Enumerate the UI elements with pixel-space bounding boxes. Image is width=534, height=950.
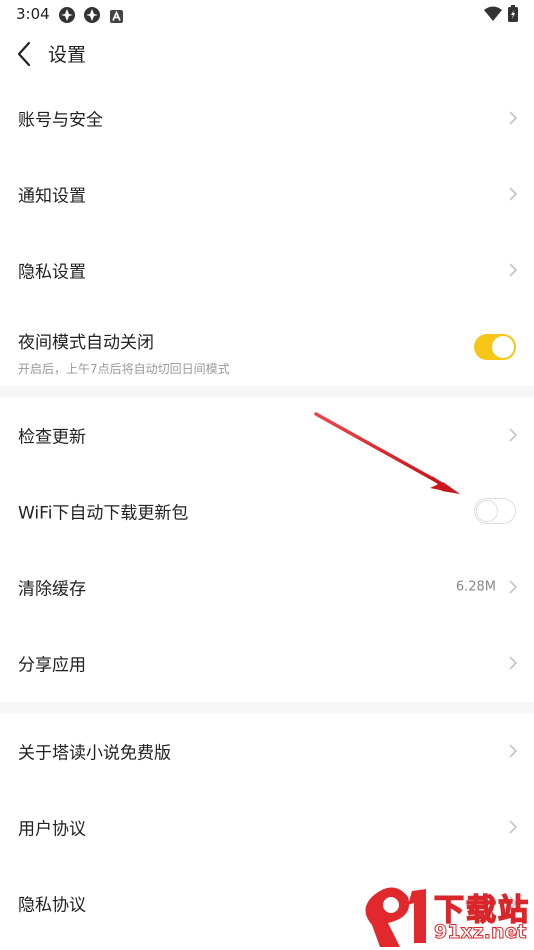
- watermark-91-logo-icon: [365, 887, 426, 947]
- settings-item-wifi-auto-download: WiFi下自动下载更新包: [0, 473, 534, 549]
- chevron-right-icon: [509, 820, 518, 834]
- status-time: 3:04: [16, 5, 50, 23]
- back-button[interactable]: [10, 38, 40, 70]
- settings-item-label: 夜间模式自动关闭: [18, 333, 154, 353]
- settings-item-privacy[interactable]: 隐私设置: [0, 232, 534, 308]
- night-mode-toggle[interactable]: [474, 334, 516, 360]
- settings-item-label: 账号与安全: [18, 110, 103, 131]
- settings-item-label: WiFi下自动下载更新包: [18, 503, 189, 524]
- settings-item-share-app[interactable]: 分享应用: [0, 625, 534, 701]
- battery-icon: [508, 5, 518, 26]
- toggle-knob: [476, 499, 498, 522]
- status-bar: 3:04: [0, 0, 534, 28]
- settings-item-night-mode: 夜间模式自动关闭 开启后，上午7点后将自动切回日间模式: [0, 308, 534, 386]
- settings-item-label: 隐私协议: [18, 895, 86, 916]
- settings-item-label: 通知设置: [18, 186, 86, 207]
- page-title: 设置: [48, 44, 87, 66]
- toggle-knob: [492, 336, 514, 358]
- nav-bar: 设置: [0, 28, 534, 80]
- watermark-logo: 下载站 91xz.net: [364, 883, 534, 950]
- settings-item-label: 隐私设置: [18, 262, 86, 283]
- settings-item-clear-cache[interactable]: 清除缓存 6.28M: [0, 549, 534, 625]
- section-divider: [0, 386, 534, 397]
- settings-item-account-security[interactable]: 账号与安全: [0, 80, 534, 156]
- wifi-auto-download-toggle[interactable]: [474, 498, 516, 524]
- settings-item-user-agreement[interactable]: 用户协议: [0, 789, 534, 865]
- cache-size: 6.28M: [455, 579, 496, 595]
- watermark-url: 91xz.net: [433, 921, 527, 944]
- settings-item-label: 用户协议: [18, 819, 86, 840]
- chevron-right-icon: [509, 656, 518, 670]
- chevron-right-icon: [509, 428, 518, 442]
- app-icon-2: [83, 6, 101, 28]
- app-icon-1: [58, 6, 76, 28]
- settings-item-about[interactable]: 关于塔读小说免费版: [0, 713, 534, 789]
- settings-item-label: 分享应用: [18, 655, 86, 676]
- chevron-right-icon: [509, 744, 518, 758]
- settings-item-label: 关于塔读小说免费版: [18, 743, 171, 764]
- settings-item-notification[interactable]: 通知设置: [0, 156, 534, 232]
- settings-item-subtitle: 开启后，上午7点后将自动切回日间模式: [18, 362, 230, 376]
- chevron-right-icon: [509, 580, 518, 594]
- chevron-right-icon: [509, 263, 518, 277]
- chevron-right-icon: [509, 187, 518, 201]
- wifi-icon: [484, 6, 502, 25]
- section-divider: [0, 702, 534, 713]
- a-notification-icon: [110, 8, 123, 27]
- settings-item-label: 检查更新: [18, 427, 86, 448]
- settings-item-label: 清除缓存: [18, 579, 86, 600]
- chevron-right-icon: [509, 111, 518, 125]
- settings-item-check-update[interactable]: 检查更新: [0, 397, 534, 473]
- chevron-left-icon: [17, 41, 31, 67]
